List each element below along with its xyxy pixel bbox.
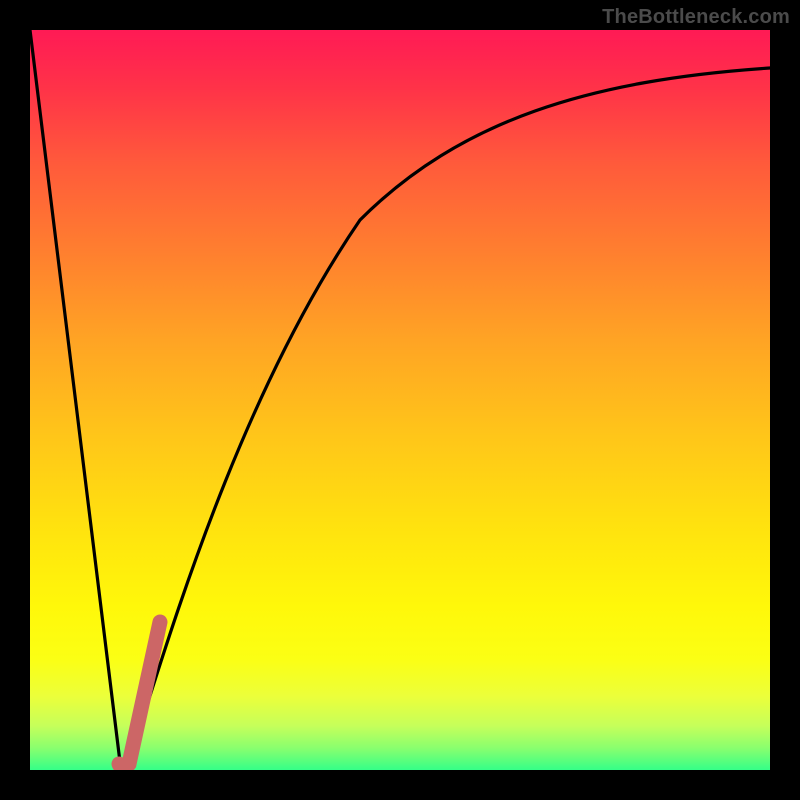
- curve-layer: [30, 30, 770, 770]
- v-curve-path: [30, 30, 770, 767]
- chart-frame: TheBottleneck.com: [0, 0, 800, 800]
- plot-area: [30, 30, 770, 770]
- watermark-text: TheBottleneck.com: [602, 6, 790, 29]
- highlight-segment-path: [119, 622, 160, 768]
